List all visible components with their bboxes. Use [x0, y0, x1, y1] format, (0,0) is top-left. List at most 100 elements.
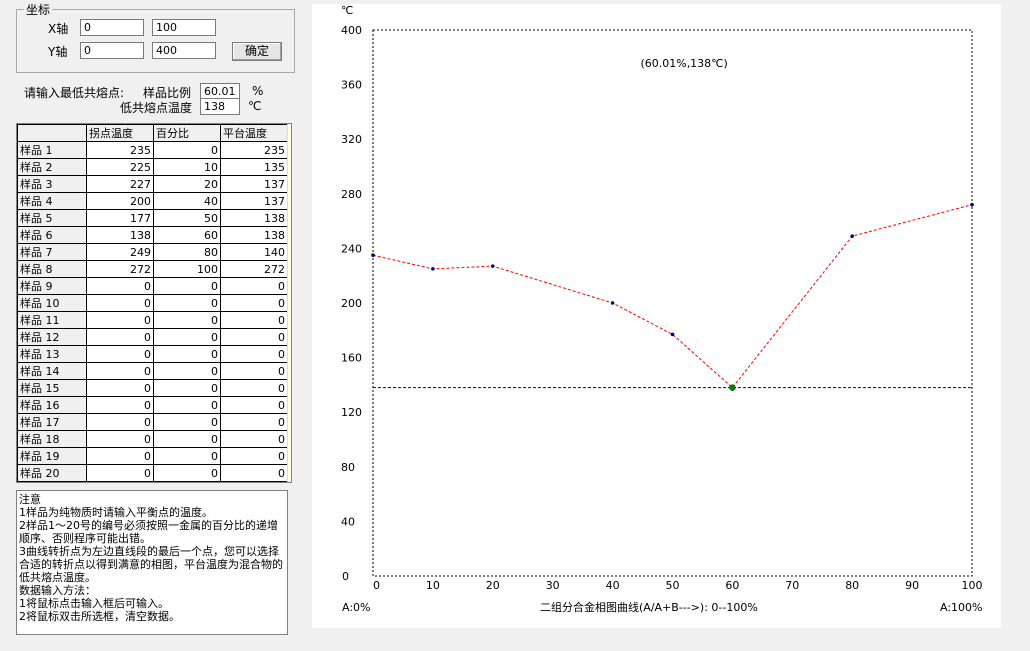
- grid-cell[interactable]: 0: [86, 413, 154, 431]
- grid-cell[interactable]: 0: [86, 294, 154, 312]
- grid-column-header: 百分比: [153, 124, 221, 142]
- grid-cell[interactable]: 0: [153, 464, 221, 482]
- grid-cell[interactable]: 0: [220, 464, 288, 482]
- grid-cell[interactable]: 0: [220, 362, 288, 380]
- y-tick-label: 120: [341, 406, 362, 419]
- grid-cell[interactable]: 0: [220, 345, 288, 363]
- table-row: 样品 10 0 0 0: [17, 294, 288, 312]
- grid-cell[interactable]: 0: [153, 379, 221, 397]
- grid-cell[interactable]: 0: [153, 311, 221, 329]
- y-unit-label: ℃: [341, 4, 353, 17]
- grid-cell[interactable]: 80: [153, 243, 221, 261]
- grid-cell[interactable]: 20: [153, 175, 221, 193]
- grid-cell[interactable]: 137: [220, 175, 288, 193]
- grid-cell[interactable]: 0: [153, 430, 221, 448]
- grid-cell[interactable]: 0: [153, 345, 221, 363]
- grid-cell[interactable]: 138: [86, 226, 154, 244]
- grid-cell[interactable]: 0: [220, 430, 288, 448]
- grid-cell[interactable]: 249: [86, 243, 154, 261]
- x-tick-label: 80: [845, 579, 859, 592]
- table-row: 样品 9000: [17, 277, 288, 295]
- row-header-cell: 样品 18: [17, 430, 87, 448]
- grid-cell[interactable]: 0: [86, 328, 154, 346]
- sample-grid[interactable]: 拐点温度 百分比 平台温度 样品 1 235 0 235 样品 2 225 10 135 样品 32…: [16, 123, 292, 483]
- row-header-cell: 样品 2: [17, 158, 87, 176]
- grid-cell[interactable]: 0: [86, 379, 154, 397]
- grid-cell[interactable]: 50: [153, 209, 221, 227]
- grid-cell[interactable]: 60: [153, 226, 221, 244]
- notes-line: 3曲线转折点为左边直线段的最后一个点，您可以选择合适的转折点以得到满意的相图，平…: [19, 545, 283, 584]
- grid-cell[interactable]: 0: [86, 430, 154, 448]
- row-header-cell: 样品 12: [17, 328, 87, 346]
- grid-scrollbar[interactable]: [287, 124, 291, 482]
- grid-corner-header: [17, 124, 87, 142]
- grid-cell[interactable]: 0: [86, 447, 154, 465]
- y-tick-label: 320: [341, 133, 362, 146]
- grid-cell[interactable]: 0: [153, 413, 221, 431]
- temp-input[interactable]: [200, 98, 240, 115]
- grid-cell[interactable]: 0: [220, 311, 288, 329]
- grid-header-row: 拐点温度 百分比 平台温度: [17, 124, 288, 142]
- y-tick-label: 40: [341, 515, 355, 528]
- grid-cell[interactable]: 0: [220, 277, 288, 295]
- grid-cell[interactable]: 0: [220, 328, 288, 346]
- grid-cell[interactable]: 177: [86, 209, 154, 227]
- grid-cell[interactable]: 100: [153, 260, 221, 278]
- notes-line: 2样品1～20号的编号必须按照一金属的百分比的递增顺序、否则程序可能出错。: [19, 519, 278, 545]
- grid-cell[interactable]: 0: [86, 464, 154, 482]
- y-max-input[interactable]: [152, 42, 216, 59]
- grid-cell[interactable]: 272: [86, 260, 154, 278]
- grid-cell[interactable]: 0: [153, 362, 221, 380]
- table-row: 样品 15 0 0 0: [17, 379, 288, 397]
- grid-cell[interactable]: 0: [86, 311, 154, 329]
- grid-cell[interactable]: 0: [220, 294, 288, 312]
- table-row: 样品 1 235 0 235: [17, 141, 288, 159]
- grid-cell[interactable]: 272: [220, 260, 288, 278]
- grid-cell[interactable]: 40: [153, 192, 221, 210]
- x-max-input[interactable]: [152, 19, 216, 36]
- grid-cell[interactable]: 138: [220, 226, 288, 244]
- grid-cell[interactable]: 0: [153, 396, 221, 414]
- notes-line: 2将鼠标双击所选框，清空数据。: [19, 610, 180, 623]
- grid-cell[interactable]: 10: [153, 158, 221, 176]
- row-header-cell: 样品 8: [17, 260, 87, 278]
- grid-cell[interactable]: 0: [153, 141, 221, 159]
- grid-cell[interactable]: 0: [220, 396, 288, 414]
- grid-cell[interactable]: 0: [220, 447, 288, 465]
- x-tick-label: 0: [373, 579, 380, 592]
- x-tick-label: 60: [725, 579, 739, 592]
- row-header-cell: 样品 19: [17, 447, 87, 465]
- grid-cell[interactable]: 0: [153, 447, 221, 465]
- y-tick-label: 240: [341, 242, 362, 255]
- grid-cell[interactable]: 227: [86, 175, 154, 193]
- grid-cell[interactable]: 0: [86, 396, 154, 414]
- ok-button[interactable]: 确定: [232, 42, 282, 61]
- grid-cell[interactable]: 137: [220, 192, 288, 210]
- x-min-input[interactable]: [80, 19, 144, 36]
- notes-box[interactable]: 注意 1样品为纯物质时请输入平衡点的温度。 2样品1～20号的编号必须按照一金属的百…: [16, 490, 288, 635]
- grid-cell[interactable]: 0: [86, 345, 154, 363]
- grid-cell[interactable]: 235: [86, 141, 154, 159]
- y-min-input[interactable]: [80, 42, 144, 59]
- x-tick-label: 10: [426, 579, 440, 592]
- grid-column-header: 拐点温度: [86, 124, 154, 142]
- x-tick-label: 70: [785, 579, 799, 592]
- grid-cell[interactable]: 0: [86, 362, 154, 380]
- row-header-cell: 样品 5: [17, 209, 87, 227]
- table-row: 样品 5 177 50 138: [17, 209, 288, 227]
- grid-cell[interactable]: 0: [153, 277, 221, 295]
- right-percent-label: A:100%: [940, 601, 983, 614]
- grid-cell[interactable]: 0: [220, 413, 288, 431]
- grid-cell[interactable]: 0: [86, 277, 154, 295]
- grid-cell[interactable]: 225: [86, 158, 154, 176]
- grid-cell[interactable]: 0: [153, 328, 221, 346]
- grid-cell[interactable]: 0: [153, 294, 221, 312]
- grid-cell[interactable]: 200: [86, 192, 154, 210]
- row-header-cell: 样品 14: [17, 362, 87, 380]
- grid-cell[interactable]: 0: [220, 379, 288, 397]
- grid-cell[interactable]: 135: [220, 158, 288, 176]
- grid-cell[interactable]: 140: [220, 243, 288, 261]
- row-header-cell: 样品 1: [17, 141, 87, 159]
- grid-cell[interactable]: 138: [220, 209, 288, 227]
- grid-cell[interactable]: 235: [220, 141, 288, 159]
